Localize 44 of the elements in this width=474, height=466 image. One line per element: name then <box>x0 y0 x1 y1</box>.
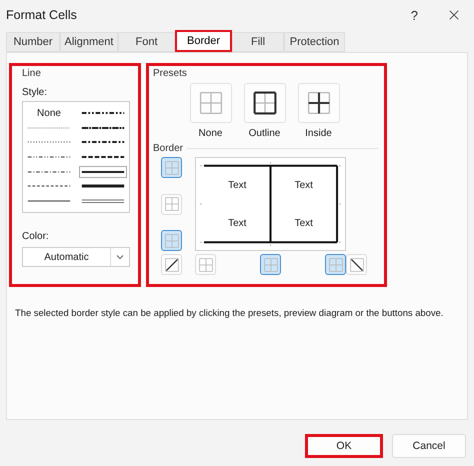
border-icon <box>164 256 180 272</box>
preview-text: Text <box>227 216 248 230</box>
preset-button[interactable] <box>298 83 340 123</box>
diagonal-down-border-button[interactable] <box>346 254 367 275</box>
cancel-button[interactable]: Cancel <box>392 434 466 458</box>
preset-icon <box>306 90 332 116</box>
preset-button[interactable] <box>244 83 286 123</box>
ok-button[interactable]: OK <box>305 434 383 458</box>
line-style-option[interactable] <box>79 166 127 178</box>
preview-text: Text <box>227 178 248 192</box>
border-icon <box>348 256 364 272</box>
preview-text: Text <box>294 178 314 192</box>
window-title: Format Cells <box>6 8 78 22</box>
preset-label: None <box>198 128 222 139</box>
diagonal-up-border-button[interactable] <box>161 254 182 275</box>
tab[interactable]: Alignment <box>60 32 118 52</box>
tab[interactable]: Fill <box>232 32 284 52</box>
border-icon <box>164 160 180 176</box>
preset-icon <box>252 90 278 116</box>
preview-text: Text <box>294 216 314 230</box>
color-dropdown[interactable]: Automatic <box>22 247 130 267</box>
border-preview[interactable]: Text Text Text Text <box>195 157 346 251</box>
border-icon <box>164 232 180 248</box>
tab[interactable]: Number <box>6 32 60 52</box>
style-label: Style: <box>22 87 48 98</box>
group-title: Border <box>153 143 184 154</box>
tab[interactable]: Font <box>118 32 175 52</box>
help-button[interactable]: ? <box>410 8 418 22</box>
preset-label: Inside <box>305 128 332 139</box>
border-icon <box>164 196 180 212</box>
color-label: Color: <box>22 231 50 242</box>
group-title: Line <box>22 68 42 79</box>
tab[interactable]: Protection <box>284 32 345 52</box>
border-icon <box>198 256 214 272</box>
border-icon <box>328 256 344 272</box>
top-border-button[interactable] <box>161 157 182 178</box>
preset-icon <box>198 90 224 116</box>
line-style-option[interactable]: None <box>25 106 73 121</box>
group-title: Presets <box>153 68 188 79</box>
border-icon <box>262 256 278 272</box>
tab[interactable]: Border <box>175 30 232 52</box>
description-text: The selected border style can be applied by clicking the presets, preview diagram or the buttons above. <box>15 306 444 319</box>
middle-vertical-border-button[interactable] <box>260 254 281 275</box>
preset-label: Outline <box>248 128 280 139</box>
